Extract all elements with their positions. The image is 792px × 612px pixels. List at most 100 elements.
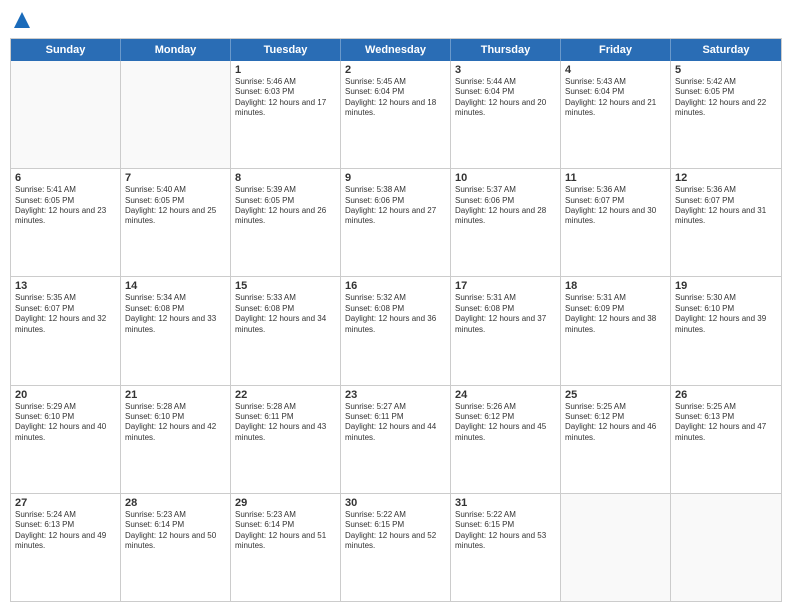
day-number: 23 bbox=[345, 389, 446, 401]
table-row: 22Sunrise: 5:28 AMSunset: 6:11 PMDayligh… bbox=[231, 386, 341, 493]
cell-text: Sunrise: 5:36 AMSunset: 6:07 PMDaylight:… bbox=[675, 185, 777, 227]
day-number: 1 bbox=[235, 64, 336, 76]
header bbox=[10, 10, 782, 30]
table-row: 18Sunrise: 5:31 AMSunset: 6:09 PMDayligh… bbox=[561, 277, 671, 384]
header-monday: Monday bbox=[121, 39, 231, 61]
cell-text: Sunrise: 5:44 AMSunset: 6:04 PMDaylight:… bbox=[455, 77, 556, 119]
table-row bbox=[11, 61, 121, 168]
cell-text: Sunrise: 5:36 AMSunset: 6:07 PMDaylight:… bbox=[565, 185, 666, 227]
page: Sunday Monday Tuesday Wednesday Thursday… bbox=[0, 0, 792, 612]
cell-text: Sunrise: 5:41 AMSunset: 6:05 PMDaylight:… bbox=[15, 185, 116, 227]
table-row: 26Sunrise: 5:25 AMSunset: 6:13 PMDayligh… bbox=[671, 386, 781, 493]
day-number: 2 bbox=[345, 64, 446, 76]
table-row: 17Sunrise: 5:31 AMSunset: 6:08 PMDayligh… bbox=[451, 277, 561, 384]
table-row: 15Sunrise: 5:33 AMSunset: 6:08 PMDayligh… bbox=[231, 277, 341, 384]
header-thursday: Thursday bbox=[451, 39, 561, 61]
calendar-row: 13Sunrise: 5:35 AMSunset: 6:07 PMDayligh… bbox=[11, 277, 781, 385]
header-friday: Friday bbox=[561, 39, 671, 61]
cell-text: Sunrise: 5:23 AMSunset: 6:14 PMDaylight:… bbox=[125, 510, 226, 552]
day-number: 20 bbox=[15, 389, 116, 401]
table-row: 25Sunrise: 5:25 AMSunset: 6:12 PMDayligh… bbox=[561, 386, 671, 493]
day-number: 27 bbox=[15, 497, 116, 509]
table-row: 21Sunrise: 5:28 AMSunset: 6:10 PMDayligh… bbox=[121, 386, 231, 493]
day-number: 14 bbox=[125, 280, 226, 292]
table-row: 4Sunrise: 5:43 AMSunset: 6:04 PMDaylight… bbox=[561, 61, 671, 168]
table-row: 6Sunrise: 5:41 AMSunset: 6:05 PMDaylight… bbox=[11, 169, 121, 276]
table-row: 12Sunrise: 5:36 AMSunset: 6:07 PMDayligh… bbox=[671, 169, 781, 276]
day-number: 10 bbox=[455, 172, 556, 184]
table-row: 27Sunrise: 5:24 AMSunset: 6:13 PMDayligh… bbox=[11, 494, 121, 601]
logo-icon bbox=[12, 10, 32, 30]
cell-text: Sunrise: 5:23 AMSunset: 6:14 PMDaylight:… bbox=[235, 510, 336, 552]
day-number: 6 bbox=[15, 172, 116, 184]
header-tuesday: Tuesday bbox=[231, 39, 341, 61]
day-number: 30 bbox=[345, 497, 446, 509]
cell-text: Sunrise: 5:32 AMSunset: 6:08 PMDaylight:… bbox=[345, 293, 446, 335]
day-number: 13 bbox=[15, 280, 116, 292]
cell-text: Sunrise: 5:33 AMSunset: 6:08 PMDaylight:… bbox=[235, 293, 336, 335]
day-number: 7 bbox=[125, 172, 226, 184]
header-wednesday: Wednesday bbox=[341, 39, 451, 61]
table-row: 2Sunrise: 5:45 AMSunset: 6:04 PMDaylight… bbox=[341, 61, 451, 168]
day-number: 25 bbox=[565, 389, 666, 401]
table-row bbox=[121, 61, 231, 168]
cell-text: Sunrise: 5:45 AMSunset: 6:04 PMDaylight:… bbox=[345, 77, 446, 119]
table-row bbox=[561, 494, 671, 601]
day-number: 16 bbox=[345, 280, 446, 292]
table-row: 30Sunrise: 5:22 AMSunset: 6:15 PMDayligh… bbox=[341, 494, 451, 601]
cell-text: Sunrise: 5:26 AMSunset: 6:12 PMDaylight:… bbox=[455, 402, 556, 444]
table-row: 1Sunrise: 5:46 AMSunset: 6:03 PMDaylight… bbox=[231, 61, 341, 168]
cell-text: Sunrise: 5:25 AMSunset: 6:13 PMDaylight:… bbox=[675, 402, 777, 444]
table-row: 7Sunrise: 5:40 AMSunset: 6:05 PMDaylight… bbox=[121, 169, 231, 276]
table-row: 16Sunrise: 5:32 AMSunset: 6:08 PMDayligh… bbox=[341, 277, 451, 384]
table-row: 28Sunrise: 5:23 AMSunset: 6:14 PMDayligh… bbox=[121, 494, 231, 601]
cell-text: Sunrise: 5:34 AMSunset: 6:08 PMDaylight:… bbox=[125, 293, 226, 335]
table-row: 19Sunrise: 5:30 AMSunset: 6:10 PMDayligh… bbox=[671, 277, 781, 384]
day-number: 4 bbox=[565, 64, 666, 76]
calendar-header: Sunday Monday Tuesday Wednesday Thursday… bbox=[11, 39, 781, 61]
cell-text: Sunrise: 5:40 AMSunset: 6:05 PMDaylight:… bbox=[125, 185, 226, 227]
header-sunday: Sunday bbox=[11, 39, 121, 61]
cell-text: Sunrise: 5:43 AMSunset: 6:04 PMDaylight:… bbox=[565, 77, 666, 119]
table-row: 31Sunrise: 5:22 AMSunset: 6:15 PMDayligh… bbox=[451, 494, 561, 601]
table-row: 20Sunrise: 5:29 AMSunset: 6:10 PMDayligh… bbox=[11, 386, 121, 493]
day-number: 28 bbox=[125, 497, 226, 509]
table-row: 5Sunrise: 5:42 AMSunset: 6:05 PMDaylight… bbox=[671, 61, 781, 168]
cell-text: Sunrise: 5:42 AMSunset: 6:05 PMDaylight:… bbox=[675, 77, 777, 119]
table-row: 29Sunrise: 5:23 AMSunset: 6:14 PMDayligh… bbox=[231, 494, 341, 601]
calendar-row: 20Sunrise: 5:29 AMSunset: 6:10 PMDayligh… bbox=[11, 386, 781, 494]
cell-text: Sunrise: 5:29 AMSunset: 6:10 PMDaylight:… bbox=[15, 402, 116, 444]
day-number: 29 bbox=[235, 497, 336, 509]
cell-text: Sunrise: 5:25 AMSunset: 6:12 PMDaylight:… bbox=[565, 402, 666, 444]
day-number: 17 bbox=[455, 280, 556, 292]
calendar-body: 1Sunrise: 5:46 AMSunset: 6:03 PMDaylight… bbox=[11, 61, 781, 601]
cell-text: Sunrise: 5:28 AMSunset: 6:11 PMDaylight:… bbox=[235, 402, 336, 444]
cell-text: Sunrise: 5:27 AMSunset: 6:11 PMDaylight:… bbox=[345, 402, 446, 444]
table-row: 11Sunrise: 5:36 AMSunset: 6:07 PMDayligh… bbox=[561, 169, 671, 276]
table-row: 3Sunrise: 5:44 AMSunset: 6:04 PMDaylight… bbox=[451, 61, 561, 168]
calendar-row: 6Sunrise: 5:41 AMSunset: 6:05 PMDaylight… bbox=[11, 169, 781, 277]
day-number: 26 bbox=[675, 389, 777, 401]
calendar-row: 1Sunrise: 5:46 AMSunset: 6:03 PMDaylight… bbox=[11, 61, 781, 169]
cell-text: Sunrise: 5:30 AMSunset: 6:10 PMDaylight:… bbox=[675, 293, 777, 335]
calendar-row: 27Sunrise: 5:24 AMSunset: 6:13 PMDayligh… bbox=[11, 494, 781, 601]
day-number: 18 bbox=[565, 280, 666, 292]
day-number: 21 bbox=[125, 389, 226, 401]
cell-text: Sunrise: 5:38 AMSunset: 6:06 PMDaylight:… bbox=[345, 185, 446, 227]
cell-text: Sunrise: 5:28 AMSunset: 6:10 PMDaylight:… bbox=[125, 402, 226, 444]
day-number: 15 bbox=[235, 280, 336, 292]
table-row: 14Sunrise: 5:34 AMSunset: 6:08 PMDayligh… bbox=[121, 277, 231, 384]
day-number: 11 bbox=[565, 172, 666, 184]
cell-text: Sunrise: 5:31 AMSunset: 6:09 PMDaylight:… bbox=[565, 293, 666, 335]
header-saturday: Saturday bbox=[671, 39, 781, 61]
cell-text: Sunrise: 5:39 AMSunset: 6:05 PMDaylight:… bbox=[235, 185, 336, 227]
cell-text: Sunrise: 5:24 AMSunset: 6:13 PMDaylight:… bbox=[15, 510, 116, 552]
table-row: 23Sunrise: 5:27 AMSunset: 6:11 PMDayligh… bbox=[341, 386, 451, 493]
table-row: 24Sunrise: 5:26 AMSunset: 6:12 PMDayligh… bbox=[451, 386, 561, 493]
cell-text: Sunrise: 5:37 AMSunset: 6:06 PMDaylight:… bbox=[455, 185, 556, 227]
day-number: 31 bbox=[455, 497, 556, 509]
calendar: Sunday Monday Tuesday Wednesday Thursday… bbox=[10, 38, 782, 602]
table-row bbox=[671, 494, 781, 601]
day-number: 22 bbox=[235, 389, 336, 401]
table-row: 13Sunrise: 5:35 AMSunset: 6:07 PMDayligh… bbox=[11, 277, 121, 384]
